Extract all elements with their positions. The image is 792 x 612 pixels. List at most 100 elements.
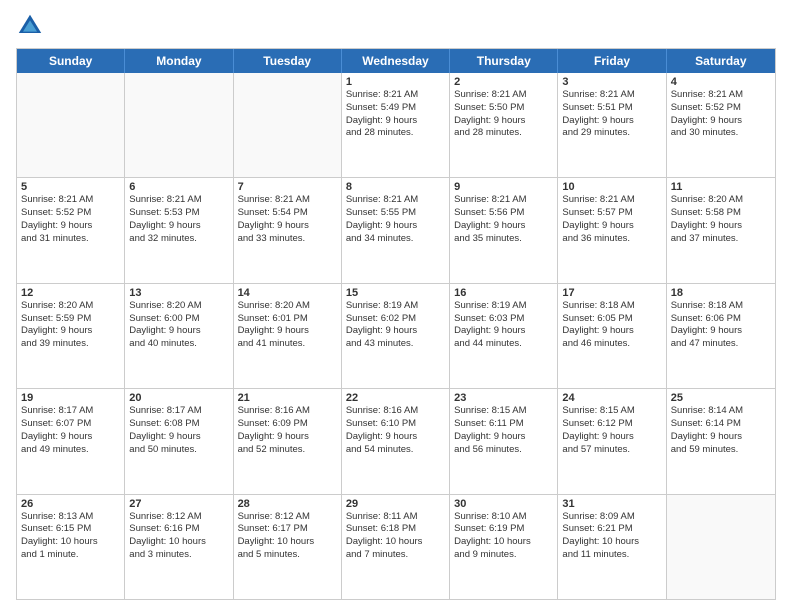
- cell-info-line: Sunrise: 8:15 AM: [562, 405, 661, 418]
- cell-info-line: Sunset: 5:52 PM: [21, 207, 120, 220]
- calendar-cell: 8Sunrise: 8:21 AMSunset: 5:55 PMDaylight…: [342, 178, 450, 282]
- cell-info-line: Daylight: 10 hours: [454, 536, 553, 549]
- day-number: 6: [129, 181, 228, 193]
- cell-info-line: Sunset: 6:03 PM: [454, 313, 553, 326]
- cell-info-line: and 33 minutes.: [238, 233, 337, 246]
- calendar-row: 12Sunrise: 8:20 AMSunset: 5:59 PMDayligh…: [17, 284, 775, 389]
- cell-info-line: and 47 minutes.: [671, 338, 771, 351]
- cell-info-line: Daylight: 9 hours: [129, 431, 228, 444]
- cell-info-line: Daylight: 9 hours: [238, 325, 337, 338]
- cell-info-line: Daylight: 9 hours: [238, 220, 337, 233]
- cell-info-line: Daylight: 9 hours: [454, 220, 553, 233]
- cell-info-line: Sunset: 6:21 PM: [562, 523, 661, 536]
- cell-info-line: Daylight: 9 hours: [671, 325, 771, 338]
- weekday-header: Sunday: [17, 49, 125, 73]
- day-number: 12: [21, 287, 120, 299]
- cell-info-line: Daylight: 9 hours: [671, 431, 771, 444]
- cell-info-line: Sunrise: 8:21 AM: [671, 89, 771, 102]
- calendar-cell: 1Sunrise: 8:21 AMSunset: 5:49 PMDaylight…: [342, 73, 450, 177]
- calendar-cell: 11Sunrise: 8:20 AMSunset: 5:58 PMDayligh…: [667, 178, 775, 282]
- cell-info-line: Sunrise: 8:20 AM: [238, 300, 337, 313]
- calendar-cell: 29Sunrise: 8:11 AMSunset: 6:18 PMDayligh…: [342, 495, 450, 599]
- cell-info-line: Daylight: 10 hours: [21, 536, 120, 549]
- cell-info-line: Daylight: 9 hours: [454, 115, 553, 128]
- cell-info-line: Sunset: 6:06 PM: [671, 313, 771, 326]
- calendar-header: SundayMondayTuesdayWednesdayThursdayFrid…: [17, 49, 775, 73]
- cell-info-line: Sunset: 6:15 PM: [21, 523, 120, 536]
- cell-info-line: Sunrise: 8:16 AM: [238, 405, 337, 418]
- cell-info-line: and 43 minutes.: [346, 338, 445, 351]
- cell-info-line: Sunset: 6:10 PM: [346, 418, 445, 431]
- calendar-cell: 27Sunrise: 8:12 AMSunset: 6:16 PMDayligh…: [125, 495, 233, 599]
- cell-info-line: and 30 minutes.: [671, 127, 771, 140]
- day-number: 17: [562, 287, 661, 299]
- cell-info-line: Daylight: 9 hours: [454, 431, 553, 444]
- cell-info-line: Sunrise: 8:19 AM: [346, 300, 445, 313]
- cell-info-line: Sunset: 5:57 PM: [562, 207, 661, 220]
- calendar-cell: [125, 73, 233, 177]
- cell-info-line: Daylight: 9 hours: [562, 431, 661, 444]
- cell-info-line: Sunrise: 8:21 AM: [454, 89, 553, 102]
- cell-info-line: and 49 minutes.: [21, 444, 120, 457]
- cell-info-line: Sunset: 6:11 PM: [454, 418, 553, 431]
- calendar-cell: 16Sunrise: 8:19 AMSunset: 6:03 PMDayligh…: [450, 284, 558, 388]
- cell-info-line: Sunrise: 8:20 AM: [21, 300, 120, 313]
- cell-info-line: and 54 minutes.: [346, 444, 445, 457]
- cell-info-line: Daylight: 9 hours: [129, 325, 228, 338]
- cell-info-line: Daylight: 9 hours: [21, 325, 120, 338]
- day-number: 19: [21, 392, 120, 404]
- cell-info-line: Sunset: 5:54 PM: [238, 207, 337, 220]
- cell-info-line: and 5 minutes.: [238, 549, 337, 562]
- cell-info-line: Sunset: 5:58 PM: [671, 207, 771, 220]
- calendar-cell: 14Sunrise: 8:20 AMSunset: 6:01 PMDayligh…: [234, 284, 342, 388]
- cell-info-line: Daylight: 9 hours: [238, 431, 337, 444]
- cell-info-line: Sunset: 6:12 PM: [562, 418, 661, 431]
- day-number: 22: [346, 392, 445, 404]
- cell-info-line: and 57 minutes.: [562, 444, 661, 457]
- cell-info-line: Sunrise: 8:20 AM: [671, 194, 771, 207]
- day-number: 3: [562, 76, 661, 88]
- cell-info-line: Daylight: 9 hours: [562, 115, 661, 128]
- calendar-cell: 19Sunrise: 8:17 AMSunset: 6:07 PMDayligh…: [17, 389, 125, 493]
- cell-info-line: and 1 minute.: [21, 549, 120, 562]
- cell-info-line: Sunrise: 8:18 AM: [562, 300, 661, 313]
- cell-info-line: Sunrise: 8:21 AM: [346, 89, 445, 102]
- cell-info-line: Daylight: 9 hours: [346, 220, 445, 233]
- cell-info-line: and 37 minutes.: [671, 233, 771, 246]
- cell-info-line: Sunset: 5:49 PM: [346, 102, 445, 115]
- cell-info-line: Sunrise: 8:20 AM: [129, 300, 228, 313]
- day-number: 15: [346, 287, 445, 299]
- cell-info-line: Daylight: 10 hours: [129, 536, 228, 549]
- cell-info-line: Sunrise: 8:16 AM: [346, 405, 445, 418]
- day-number: 5: [21, 181, 120, 193]
- cell-info-line: Daylight: 9 hours: [21, 431, 120, 444]
- cell-info-line: Daylight: 9 hours: [21, 220, 120, 233]
- cell-info-line: Sunrise: 8:17 AM: [21, 405, 120, 418]
- day-number: 27: [129, 498, 228, 510]
- cell-info-line: and 36 minutes.: [562, 233, 661, 246]
- calendar-row: 19Sunrise: 8:17 AMSunset: 6:07 PMDayligh…: [17, 389, 775, 494]
- cell-info-line: and 11 minutes.: [562, 549, 661, 562]
- calendar-cell: [17, 73, 125, 177]
- logo: [16, 12, 48, 40]
- cell-info-line: Daylight: 9 hours: [454, 325, 553, 338]
- calendar-cell: 26Sunrise: 8:13 AMSunset: 6:15 PMDayligh…: [17, 495, 125, 599]
- calendar-body: 1Sunrise: 8:21 AMSunset: 5:49 PMDaylight…: [17, 73, 775, 599]
- cell-info-line: Sunset: 6:07 PM: [21, 418, 120, 431]
- cell-info-line: Sunrise: 8:19 AM: [454, 300, 553, 313]
- cell-info-line: and 32 minutes.: [129, 233, 228, 246]
- cell-info-line: and 40 minutes.: [129, 338, 228, 351]
- cell-info-line: Sunset: 6:00 PM: [129, 313, 228, 326]
- day-number: 30: [454, 498, 553, 510]
- cell-info-line: Sunrise: 8:12 AM: [129, 511, 228, 524]
- cell-info-line: and 59 minutes.: [671, 444, 771, 457]
- cell-info-line: and 56 minutes.: [454, 444, 553, 457]
- logo-icon: [16, 12, 44, 40]
- calendar-cell: 13Sunrise: 8:20 AMSunset: 6:00 PMDayligh…: [125, 284, 233, 388]
- calendar-cell: 18Sunrise: 8:18 AMSunset: 6:06 PMDayligh…: [667, 284, 775, 388]
- calendar-row: 1Sunrise: 8:21 AMSunset: 5:49 PMDaylight…: [17, 73, 775, 178]
- cell-info-line: Daylight: 10 hours: [562, 536, 661, 549]
- cell-info-line: Sunrise: 8:13 AM: [21, 511, 120, 524]
- cell-info-line: Daylight: 10 hours: [346, 536, 445, 549]
- cell-info-line: Sunrise: 8:21 AM: [454, 194, 553, 207]
